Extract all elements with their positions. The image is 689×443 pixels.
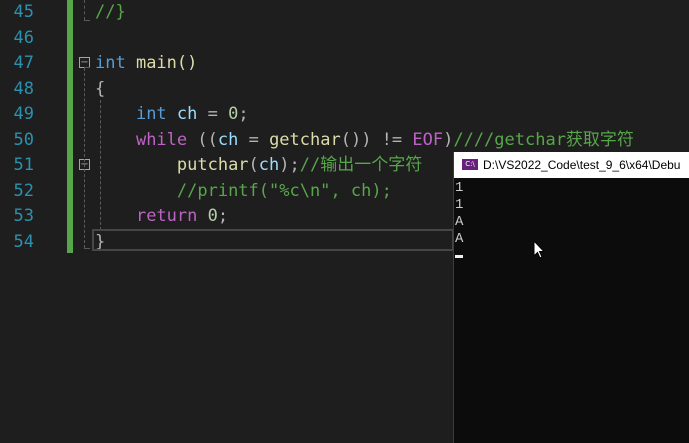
line-number: 52 [13,180,34,201]
current-line-highlight [92,229,454,251]
console-output-line: A [455,231,464,247]
code-token: return [135,206,198,226]
code-token: int [95,53,126,73]
console-output-line: 1 [455,197,464,213]
code-line[interactable]: 49 int ch = 0; [0,102,689,128]
code-token: //printf("%c\n", ch); [176,180,392,201]
fold-guide [84,20,90,21]
line-number: 54 [13,231,34,252]
code-line[interactable]: 50 while ((ch = getchar()) != EOF)////ge… [0,128,689,154]
code-token: (( [187,129,218,150]
code-token: getchar [269,129,341,150]
code-token: 0 [207,206,218,226]
code-text[interactable]: putchar(ch);//输出一个字符 [95,153,422,179]
code-token: = [197,104,229,124]
line-number: 47 [13,53,34,73]
code-text[interactable]: //} [95,0,126,26]
code-token: ch [258,155,280,175]
code-token: ; [238,104,249,124]
code-line[interactable]: 45 //} [0,0,689,26]
code-token: ch [176,104,198,124]
code-token: ()) != [340,129,413,150]
code-token: ////getchar获取字符 [453,129,634,150]
line-number: 53 [13,206,34,226]
code-token: ( [248,155,259,175]
indent-guide [100,100,101,230]
code-line[interactable]: 47 int main() [0,51,689,77]
code-token: ; [217,206,229,226]
console-window[interactable]: C:\ D:\VS2022_Code\test_9_6\x64\Debu 1 1… [453,152,689,443]
line-number: 49 [13,104,34,124]
console-titlebar[interactable]: C:\ D:\VS2022_Code\test_9_6\x64\Debu [454,152,689,178]
code-line[interactable]: 46 [0,26,689,52]
console-output-line: A [455,214,464,230]
code-text[interactable]: //printf("%c\n", ch); [95,179,392,205]
code-token: putchar [176,155,249,175]
code-text[interactable]: { [95,77,105,103]
code-token: = [238,129,270,150]
console-caret [455,255,463,258]
code-token: { [95,78,106,99]
line-number: 48 [13,78,34,99]
code-text[interactable]: int main() [95,51,197,77]
line-number: 46 [13,27,34,48]
fold-guide [84,68,85,248]
console-title: D:\VS2022_Code\test_9_6\x64\Debu [483,158,681,172]
console-output-line: 1 [455,180,464,196]
code-text[interactable]: while ((ch = getchar()) != EOF)////getch… [95,128,634,154]
code-token: 0 [228,104,239,124]
code-token: //输出一个字符 [299,155,423,175]
code-token: //} [95,2,126,22]
fold-guide [84,0,85,20]
mouse-pointer-icon [533,240,546,259]
code-token: ch [217,129,239,150]
code-token: EOF [412,129,444,150]
code-line[interactable]: 48 { [0,77,689,103]
code-token: while [135,129,188,150]
line-number: 45 [13,2,34,22]
code-text[interactable]: return 0; [95,204,228,230]
fold-guide [84,248,90,249]
code-token: main() [125,53,198,73]
code-token: ) [443,129,454,150]
code-text[interactable]: int ch = 0; [95,102,249,128]
code-token: ); [279,155,300,175]
code-token: int [135,104,167,124]
line-number: 51 [13,155,34,175]
line-number: 50 [13,129,34,150]
console-app-icon: C:\ [462,159,478,170]
